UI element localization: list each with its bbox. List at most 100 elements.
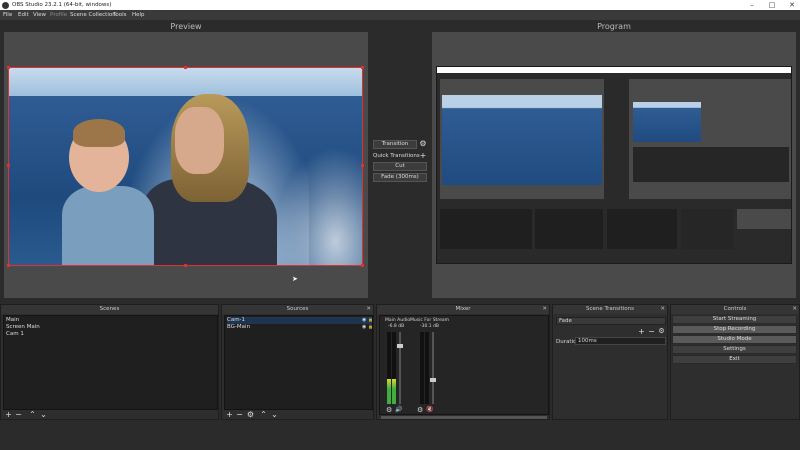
title-bar: OBS Studio 23.2.1 (64-bit, windows) – □ … <box>0 0 800 10</box>
mixer-dock: Mixer ✕ Main Audio -6.8 dB Music For Str… <box>376 304 550 420</box>
resize-handle[interactable] <box>361 264 364 267</box>
mixer-title: Mixer <box>377 305 549 314</box>
mixer-scrollbar[interactable] <box>381 416 547 419</box>
mixer-gear-icon[interactable]: ⚙ <box>386 406 392 414</box>
add-source-icon[interactable]: + <box>225 410 234 419</box>
menu-edit[interactable]: Edit <box>18 12 29 18</box>
quick-transitions-label: Quick Transitions <box>373 153 420 159</box>
sources-list[interactable]: Cam-1 BG-Main ◉ ◉ 🔒 🔒 <box>224 315 373 410</box>
nested-scenes <box>440 209 532 249</box>
nested-sources <box>535 209 603 249</box>
visibility-eye-icon[interactable]: ◉ <box>362 324 366 330</box>
move-up-icon[interactable]: ⌃ <box>28 410 37 419</box>
resize-handle[interactable] <box>361 164 364 167</box>
audio-meter <box>387 332 391 404</box>
window-title: OBS Studio 23.2.1 (64-bit, windows) <box>12 2 112 8</box>
scene-item[interactable]: Cam 1 <box>6 331 24 338</box>
mixer-channel-db: -6.8 dB <box>388 324 405 329</box>
source-properties-gear-icon[interactable]: ⚙ <box>246 410 255 419</box>
status-bar <box>0 424 800 450</box>
lock-icon[interactable]: 🔒 <box>368 324 373 329</box>
speaker-icon[interactable]: 🔊 <box>395 406 402 413</box>
cut-transition-button[interactable]: Cut <box>373 162 427 171</box>
stop-recording-button[interactable]: Stop Recording <box>672 325 797 334</box>
obs-logo-icon <box>2 1 9 9</box>
transition-type-select[interactable]: Fade <box>556 317 666 325</box>
menu-scene-collection[interactable]: Scene Collection <box>70 12 116 18</box>
transition-button[interactable]: Transition <box>373 140 417 149</box>
menu-profile[interactable]: Profile <box>50 12 67 18</box>
audio-meter <box>425 332 429 404</box>
nested-program-docks <box>633 147 789 182</box>
sources-title: Sources <box>222 305 373 314</box>
duration-input[interactable]: 100ms <box>575 337 666 345</box>
audio-meter <box>420 332 424 404</box>
resize-handle[interactable] <box>361 66 364 69</box>
move-down-icon[interactable]: ⌄ <box>270 410 279 419</box>
close-window-button[interactable]: ✕ <box>782 0 800 10</box>
controls-title: Controls <box>671 305 799 314</box>
move-up-icon[interactable]: ⌃ <box>259 410 268 419</box>
lock-icon[interactable]: 🔒 <box>368 317 373 322</box>
add-transition-icon[interactable]: + <box>637 327 646 336</box>
sources-dock: Sources ✕ Cam-1 BG-Main ◉ ◉ 🔒 🔒 + − ⚙ ⌃ … <box>221 304 374 420</box>
plus-icon[interactable]: + <box>419 152 427 160</box>
dock-close-icon[interactable]: ✕ <box>542 305 547 314</box>
nested-transitions <box>681 209 733 249</box>
scenes-title: Scenes <box>1 305 218 314</box>
settings-button[interactable]: Settings <box>672 345 797 354</box>
source-item[interactable]: Cam-1 <box>227 317 372 324</box>
scene-item[interactable]: Main <box>6 317 19 324</box>
mixer-channel-db: -30.1 dB <box>420 324 440 329</box>
volume-slider[interactable] <box>432 332 434 404</box>
studio-mode-button[interactable]: Studio Mode <box>672 335 797 344</box>
resize-handle[interactable] <box>184 66 187 69</box>
volume-slider-handle[interactable] <box>430 378 436 382</box>
remove-transition-icon[interactable]: − <box>647 327 656 336</box>
dock-close-icon[interactable]: ✕ <box>660 305 665 314</box>
audio-meter <box>392 332 396 404</box>
resize-handle[interactable] <box>7 66 10 69</box>
transition-gear-icon[interactable]: ⚙ <box>657 327 666 336</box>
scene-item[interactable]: Screen Main <box>6 324 40 331</box>
menu-help[interactable]: Help <box>132 12 145 18</box>
exit-button[interactable]: Exit <box>672 355 797 364</box>
menu-tools[interactable]: Tools <box>113 12 127 18</box>
program-label: Program <box>597 22 631 31</box>
maximize-button[interactable]: □ <box>762 0 782 10</box>
scenes-list[interactable]: Main Screen Main Cam 1 <box>3 315 218 410</box>
resize-handle[interactable] <box>7 264 10 267</box>
nested-title-bar <box>437 67 791 73</box>
resize-handle[interactable] <box>184 264 187 267</box>
nested-mixer <box>607 209 677 249</box>
menu-view[interactable]: View <box>33 12 46 18</box>
mixer-channel-name: Music For Stream <box>410 318 449 323</box>
menu-bar: File Edit View Profile Scene Collection … <box>0 10 800 20</box>
remove-source-icon[interactable]: − <box>235 410 244 419</box>
menu-file[interactable]: File <box>3 12 12 18</box>
remove-scene-icon[interactable]: − <box>14 410 23 419</box>
add-scene-icon[interactable]: + <box>4 410 13 419</box>
gear-icon[interactable]: ⚙ <box>419 140 427 148</box>
nested-controls <box>737 209 791 229</box>
volume-slider-handle[interactable] <box>397 344 403 348</box>
mixer-area: Main Audio -6.8 dB Music For Stream -30.… <box>379 315 549 415</box>
visibility-eye-icon[interactable]: ◉ <box>362 317 366 323</box>
volume-slider[interactable] <box>399 332 401 404</box>
preview-video-source[interactable] <box>8 67 363 266</box>
source-item[interactable]: BG-Main <box>227 324 250 331</box>
minimize-button[interactable]: – <box>742 0 762 10</box>
scene-transitions-dock: Scene Transitions ✕ Fade + − ⚙ Duration … <box>552 304 668 420</box>
move-down-icon[interactable]: ⌄ <box>39 410 48 419</box>
resize-handle[interactable] <box>7 164 10 167</box>
mixer-gear-icon[interactable]: ⚙ <box>417 406 423 414</box>
start-streaming-button[interactable]: Start Streaming <box>672 315 797 324</box>
dock-close-icon[interactable]: ✕ <box>366 305 371 314</box>
program-output <box>436 66 792 264</box>
nested-program-video <box>633 102 701 142</box>
fade-transition-button[interactable]: Fade (300ms) <box>373 173 427 182</box>
scene-transitions-title: Scene Transitions <box>553 305 667 314</box>
dock-close-icon[interactable]: ✕ <box>792 305 797 314</box>
mouse-cursor-icon: ➤ <box>292 275 298 283</box>
mute-icon[interactable]: 🔇 <box>426 406 433 413</box>
